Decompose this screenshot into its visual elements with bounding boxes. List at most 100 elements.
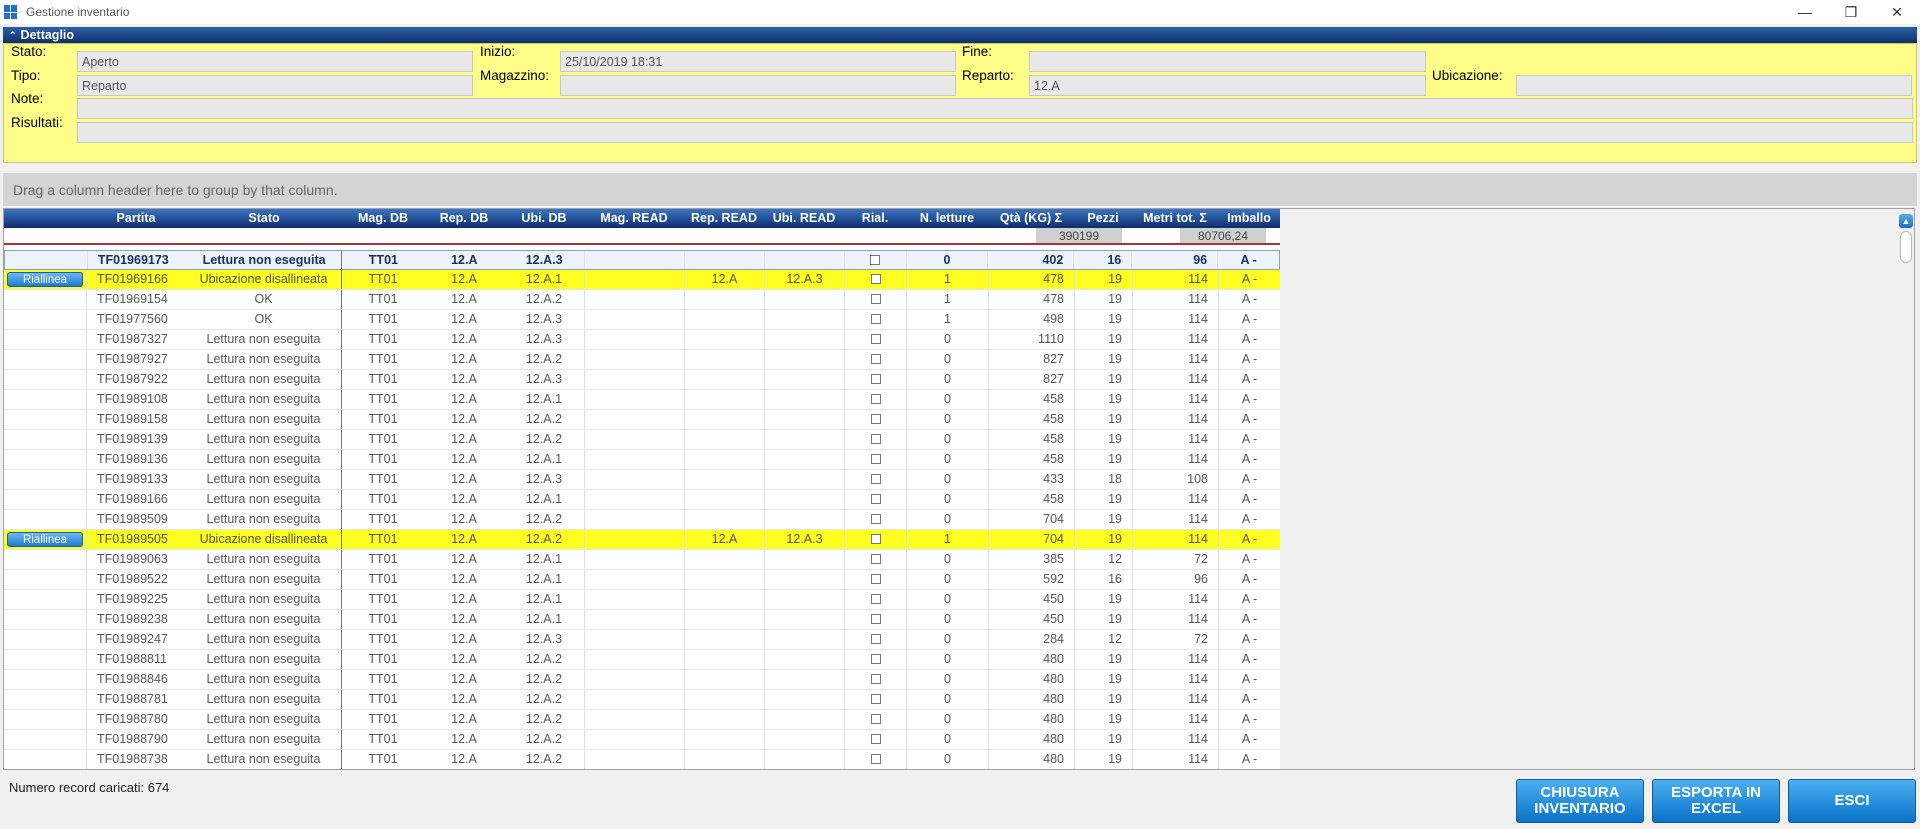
note-field[interactable] bbox=[77, 98, 1913, 119]
cell-ubi-db: 12.A.2 bbox=[525, 652, 563, 666]
col-header-rial[interactable]: Rial. bbox=[844, 209, 906, 228]
rial-checkbox[interactable] bbox=[870, 533, 881, 544]
table-row[interactable]: TF01969154 OK TT01 12.A 12.A.2 1 478 19 114 A - bbox=[4, 290, 1280, 310]
table-row[interactable]: TF01989247 Lettura non eseguita TT01 12.A 12… bbox=[4, 630, 1280, 650]
table-row[interactable]: TF01989139 Lettura non eseguita TT01 12.A 12… bbox=[4, 430, 1280, 450]
rial-checkbox[interactable] bbox=[870, 673, 881, 684]
rial-checkbox[interactable] bbox=[870, 593, 881, 604]
table-row[interactable]: TF01977560 OK TT01 12.A 12.A.3 1 498 19 114 A - bbox=[4, 310, 1280, 330]
rial-checkbox[interactable] bbox=[870, 313, 881, 324]
rial-checkbox[interactable] bbox=[870, 573, 881, 584]
table-row[interactable]: TF01989063 Lettura non eseguita TT01 12.A 12… bbox=[4, 550, 1280, 570]
col-header-stato[interactable]: Stato bbox=[186, 209, 342, 228]
cell-mag-db: TT01 bbox=[368, 532, 398, 546]
risultati-field[interactable] bbox=[77, 122, 1913, 143]
esci-button[interactable]: ESCI bbox=[1788, 779, 1916, 823]
col-header-qta[interactable]: Qtà (KG) Σ bbox=[988, 209, 1074, 228]
table-row[interactable]: TF01969173 Lettura non eseguita TT01 12.A 12… bbox=[4, 250, 1280, 270]
table-row[interactable]: TF01989136 Lettura non eseguita TT01 12.A 12… bbox=[4, 450, 1280, 470]
cell-stato: Lettura non eseguita bbox=[186, 410, 342, 429]
riallinea-button[interactable]: Riallinea bbox=[7, 532, 83, 547]
cell-rep-db: 12.A bbox=[451, 552, 477, 566]
rial-checkbox[interactable] bbox=[870, 613, 881, 624]
cell-rial bbox=[844, 530, 906, 549]
table-row[interactable]: TF01989225 Lettura non eseguita TT01 12.A 12… bbox=[4, 590, 1280, 610]
rial-checkbox[interactable] bbox=[870, 353, 881, 364]
cell-imballo: A - bbox=[1218, 590, 1280, 609]
col-header-mag-db[interactable]: Mag. DB bbox=[342, 209, 424, 228]
stato-field[interactable]: Aperto bbox=[77, 51, 473, 72]
ubicazione-field[interactable] bbox=[1516, 75, 1912, 96]
vertical-scrollbar[interactable]: ▲ bbox=[1898, 209, 1914, 769]
rial-checkbox[interactable] bbox=[870, 254, 881, 265]
table-row[interactable]: TF01987327 Lettura non eseguita TT01 12.A 12… bbox=[4, 330, 1280, 350]
table-row[interactable]: TF01988781 Lettura non eseguita TT01 12.A 12… bbox=[4, 690, 1280, 710]
table-row[interactable]: TF01987927 Lettura non eseguita TT01 12.A 12… bbox=[4, 350, 1280, 370]
col-header-rep-read[interactable]: Rep. READ bbox=[684, 209, 764, 228]
scroll-top-icon[interactable]: ▲ bbox=[1899, 214, 1913, 228]
table-row[interactable]: TF01988780 Lettura non eseguita TT01 12.A 12… bbox=[4, 710, 1280, 730]
esporta-excel-button[interactable]: ESPORTA IN EXCEL bbox=[1652, 779, 1780, 823]
rial-checkbox[interactable] bbox=[870, 413, 881, 424]
scrollbar-thumb[interactable] bbox=[1900, 231, 1912, 263]
inizio-field[interactable]: 25/10/2019 18:31 bbox=[560, 51, 956, 72]
restore-button[interactable]: ❐ bbox=[1828, 0, 1874, 24]
col-header-action[interactable] bbox=[4, 209, 86, 228]
rial-checkbox[interactable] bbox=[870, 473, 881, 484]
table-row[interactable]: TF01988738 Lettura non eseguita TT01 12.A 12… bbox=[4, 750, 1280, 769]
cell-partita: TF01989247 bbox=[86, 630, 186, 649]
table-row[interactable]: TF01989238 Lettura non eseguita TT01 12.A 12… bbox=[4, 610, 1280, 630]
detail-header[interactable]: ⌃ Dettaglio bbox=[3, 27, 1917, 43]
fine-field[interactable] bbox=[1029, 51, 1426, 72]
rial-checkbox[interactable] bbox=[870, 493, 881, 504]
riallinea-button[interactable]: Riallinea bbox=[7, 272, 83, 287]
col-header-n-letture[interactable]: N. letture bbox=[906, 209, 988, 228]
rial-checkbox[interactable] bbox=[870, 713, 881, 724]
col-header-mag-read[interactable]: Mag. READ bbox=[584, 209, 684, 228]
col-header-ubi-db[interactable]: Ubi. DB bbox=[504, 209, 584, 228]
cell-ubi-read bbox=[764, 650, 844, 669]
close-button[interactable]: ✕ bbox=[1874, 0, 1920, 24]
col-header-imballo[interactable]: Imballo bbox=[1218, 209, 1280, 228]
tipo-field[interactable]: Reparto bbox=[77, 75, 473, 96]
rial-checkbox[interactable] bbox=[870, 293, 881, 304]
table-row[interactable]: TF01988846 Lettura non eseguita TT01 12.A 12… bbox=[4, 670, 1280, 690]
cell-pezzi: 19 bbox=[1074, 670, 1132, 689]
table-row[interactable]: TF01989133 Lettura non eseguita TT01 12.A 12… bbox=[4, 470, 1280, 490]
rial-checkbox[interactable] bbox=[870, 733, 881, 744]
rial-checkbox[interactable] bbox=[870, 393, 881, 404]
col-header-partita[interactable]: Partita bbox=[86, 209, 186, 228]
table-row[interactable]: TF01989158 Lettura non eseguita TT01 12.A 12… bbox=[4, 410, 1280, 430]
cell-ubi-db: 12.A.1 bbox=[525, 572, 563, 586]
rial-checkbox[interactable] bbox=[870, 333, 881, 344]
group-by-panel[interactable]: Drag a column header here to group by th… bbox=[3, 173, 1917, 206]
table-row[interactable]: TF01989522 Lettura non eseguita TT01 12.A 12… bbox=[4, 570, 1280, 590]
rial-checkbox[interactable] bbox=[870, 753, 881, 764]
col-header-rep-db[interactable]: Rep. DB bbox=[424, 209, 504, 228]
table-row[interactable]: TF01989509 Lettura non eseguita TT01 12.A 12… bbox=[4, 510, 1280, 530]
rial-checkbox[interactable] bbox=[870, 453, 881, 464]
table-row[interactable]: TF01989166 Lettura non eseguita TT01 12.A 12… bbox=[4, 490, 1280, 510]
cell-ubi-db: 12.A.2 bbox=[525, 732, 563, 746]
rial-checkbox[interactable] bbox=[870, 373, 881, 384]
minimize-button[interactable]: — bbox=[1782, 0, 1828, 24]
col-header-metri[interactable]: Metri tot. Σ bbox=[1132, 209, 1218, 228]
magazzino-field[interactable] bbox=[560, 75, 956, 96]
chiusura-inventario-button[interactable]: CHIUSURA INVENTARIO bbox=[1516, 779, 1644, 823]
table-row[interactable]: TF01987922 Lettura non eseguita TT01 12.A 12… bbox=[4, 370, 1280, 390]
col-header-ubi-read[interactable]: Ubi. READ bbox=[764, 209, 844, 228]
reparto-field[interactable]: 12.A bbox=[1029, 75, 1426, 96]
rial-checkbox[interactable] bbox=[870, 433, 881, 444]
rial-checkbox[interactable] bbox=[870, 693, 881, 704]
rial-checkbox[interactable] bbox=[870, 513, 881, 524]
rial-checkbox[interactable] bbox=[870, 633, 881, 644]
rial-checkbox[interactable] bbox=[870, 553, 881, 564]
table-row[interactable]: Riallinea TF01969166 Ubicazione disallinea… bbox=[4, 270, 1280, 290]
rial-checkbox[interactable] bbox=[870, 653, 881, 664]
table-row[interactable]: TF01988811 Lettura non eseguita TT01 12.A 12… bbox=[4, 650, 1280, 670]
col-header-pezzi[interactable]: Pezzi bbox=[1074, 209, 1132, 228]
rial-checkbox[interactable] bbox=[870, 273, 881, 284]
table-row[interactable]: Riallinea TF01989505 Ubicazione disallinea… bbox=[4, 530, 1280, 550]
table-row[interactable]: TF01989108 Lettura non eseguita TT01 12.A 12… bbox=[4, 390, 1280, 410]
table-row[interactable]: TF01988790 Lettura non eseguita TT01 12.A 12… bbox=[4, 730, 1280, 750]
